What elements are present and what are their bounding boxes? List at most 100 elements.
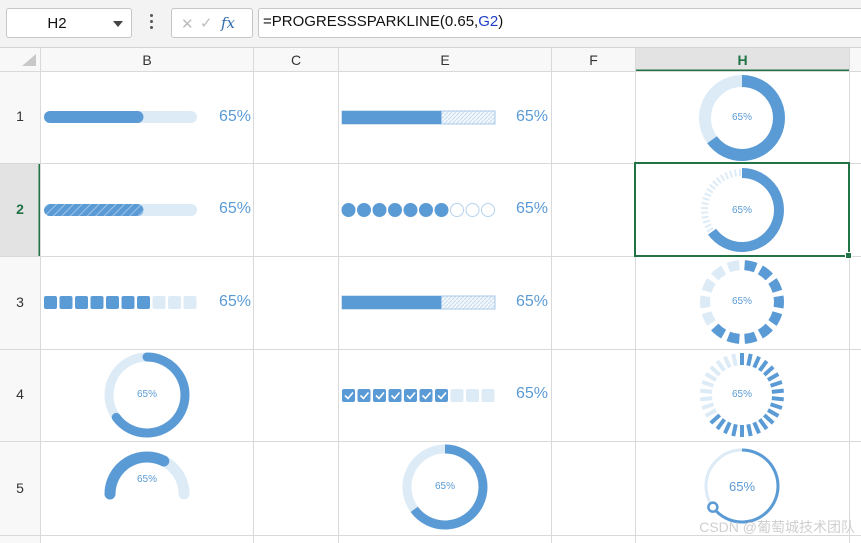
h4-tick: [769, 380, 783, 388]
h3-segment: [744, 260, 758, 273]
h2-tick: [702, 219, 710, 224]
e2-dot: [434, 203, 449, 217]
h3-donut-label: 65%: [731, 296, 752, 307]
h4-tick: [723, 421, 732, 435]
h5-donut-label: 65%: [728, 479, 756, 494]
name-box-value: H2: [47, 15, 67, 32]
more-options-icon[interactable]: [146, 12, 156, 34]
formula-suffix: ): [498, 13, 504, 30]
h3-segment: [711, 323, 727, 339]
e2-dot: [481, 203, 495, 217]
e2-dot: [341, 203, 356, 217]
h4-tick: [758, 418, 769, 431]
column-header-f[interactable]: F: [552, 52, 635, 72]
column-header-h[interactable]: H: [636, 52, 849, 72]
h4-tick: [704, 408, 718, 418]
h2-tick: [702, 197, 710, 202]
h4-tick: [731, 423, 738, 437]
h4-tick: [700, 388, 713, 394]
b3-segment: [168, 296, 181, 309]
e3-percent-label: 65%: [516, 293, 549, 310]
name-box[interactable]: H2: [6, 8, 132, 38]
confirm-icon[interactable]: ✓: [200, 14, 213, 32]
h3-segment: [757, 265, 773, 281]
h2-tick: [715, 177, 722, 184]
h4-tick: [731, 353, 738, 367]
h4-tick: [701, 380, 715, 388]
b2-percent-label: 65%: [219, 200, 252, 217]
h4-tick: [701, 402, 715, 410]
h3-segment: [701, 278, 716, 293]
spreadsheet-grid[interactable]: B C E F H 1 2 3 4 5 65% 65% 65% 65% 65% …: [0, 48, 861, 543]
e2-dot: [465, 203, 480, 217]
h4-tick: [766, 408, 780, 418]
h4-tick: [704, 372, 718, 382]
fill-handle: [845, 252, 852, 259]
h4-tick: [771, 388, 784, 394]
h4-tick: [762, 413, 775, 425]
h2-tick: [724, 172, 730, 180]
h4-tick: [709, 413, 722, 425]
h4-tick: [715, 418, 726, 431]
h4-tick: [700, 396, 713, 402]
e3-fill: [342, 296, 442, 309]
h3-segment: [701, 311, 716, 326]
e4-checkbox: [342, 389, 355, 402]
chevron-down-icon[interactable]: [113, 21, 123, 27]
h2-tick: [729, 170, 734, 178]
h3-segment: [726, 260, 740, 273]
e2-dot: [372, 203, 387, 217]
watermark: CSDN @葡萄城技术团队: [699, 519, 855, 535]
h4-tick: [715, 359, 726, 372]
cancel-icon[interactable]: ✕: [181, 15, 194, 33]
row-header-4[interactable]: 4: [0, 386, 40, 402]
e4-checkbox: [450, 389, 464, 402]
e4-checkbox: [481, 389, 495, 402]
b3-segment: [152, 296, 166, 309]
e2-dot: [357, 203, 371, 217]
h2-tick: [709, 183, 716, 190]
b5-gauge-label: 65%: [136, 474, 157, 485]
formula-input[interactable]: =PROGRESSSPARKLINE(0.65,G2): [258, 8, 861, 38]
row-header-3[interactable]: 3: [0, 294, 40, 310]
b3-segment: [106, 296, 119, 309]
h3-segment: [744, 331, 758, 344]
e4-percent-label: 65%: [516, 385, 549, 402]
row-header-1[interactable]: 1: [0, 108, 40, 124]
row-header-2[interactable]: 2: [0, 201, 40, 217]
column-header-e[interactable]: E: [339, 52, 551, 72]
b3-percent-label: 65%: [219, 293, 252, 310]
b2-fill: [44, 204, 144, 216]
h2-tick: [701, 215, 709, 219]
insert-function-icon[interactable]: fx: [221, 14, 235, 32]
e4-checkbox: [404, 389, 417, 402]
h5-ring-knob: [707, 501, 719, 513]
h4-tick: [771, 396, 784, 402]
b3-segment: [183, 296, 197, 309]
h2-tick: [733, 169, 738, 177]
h3-segment: [768, 311, 783, 326]
h2-tick: [704, 223, 712, 229]
column-header-b[interactable]: B: [41, 52, 253, 72]
row-header-5[interactable]: 5: [0, 480, 40, 496]
e4-checkbox: [373, 389, 386, 402]
b1-fill: [44, 111, 144, 123]
formula-text: =PROGRESSSPARKLINE(0.65,: [263, 13, 479, 30]
b4-donut-label: 65%: [136, 389, 157, 400]
e4-checkbox: [466, 389, 479, 402]
e1-percent-label: 65%: [516, 108, 549, 125]
h3-segment: [711, 265, 727, 281]
column-header-c[interactable]: C: [254, 52, 338, 72]
formula-bar: H2 ✕ ✓ fx =PROGRESSSPARKLINE(0.65,G2): [0, 0, 861, 48]
e2-dot: [388, 203, 402, 217]
h4-donut-label: 65%: [731, 389, 752, 400]
h2-tick: [706, 227, 714, 233]
h4-tick: [752, 421, 761, 435]
e4-checkbox: [419, 389, 433, 402]
e1-fill: [342, 111, 442, 124]
h3-segment: [726, 331, 740, 344]
h1-donut-label: 65%: [731, 112, 752, 123]
h4-tick: [709, 365, 722, 377]
h4-tick: [746, 353, 753, 367]
h2-tick: [712, 180, 719, 187]
